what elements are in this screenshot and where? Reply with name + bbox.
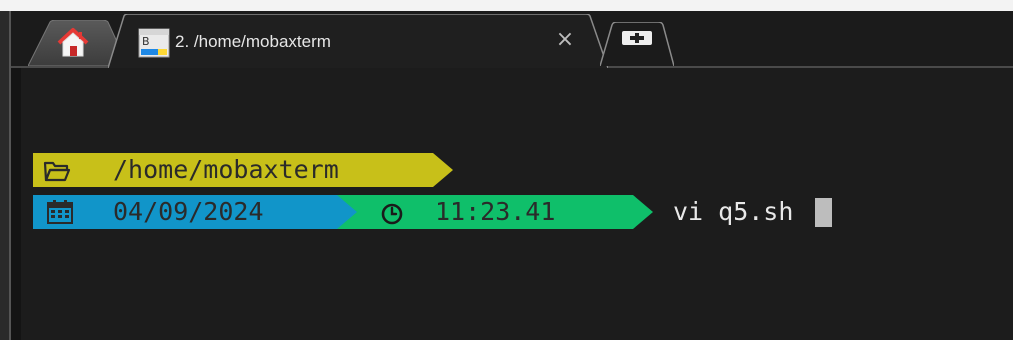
mobaxterm-window: B 2. /home/mobaxterm × /home/mobaxterm 0… bbox=[0, 0, 1013, 340]
prompt-time-text: 11:23.41 bbox=[435, 197, 556, 226]
close-tab-button[interactable]: × bbox=[553, 28, 577, 52]
home-icon bbox=[56, 27, 90, 59]
left-terminal-gutter bbox=[11, 68, 21, 340]
terminal-area[interactable]: /home/mobaxterm 04/09/2024 11:23.41 vi q… bbox=[21, 68, 1013, 340]
new-tab-button[interactable] bbox=[600, 22, 674, 66]
tab-terminal-label: 2. /home/mobaxterm bbox=[175, 32, 331, 51]
tab-terminal-session[interactable]: B 2. /home/mobaxterm × bbox=[108, 14, 608, 68]
window-top-edge bbox=[0, 0, 1013, 11]
prompt-date-text: 04/09/2024 bbox=[113, 197, 264, 226]
terminal-cursor bbox=[815, 198, 832, 227]
prompt-path-line: /home/mobaxterm bbox=[33, 153, 453, 187]
prompt-path-text: /home/mobaxterm bbox=[113, 155, 339, 184]
clock-icon bbox=[380, 201, 404, 225]
command-input-text[interactable]: vi q5.sh bbox=[673, 195, 793, 229]
terminal-session-icon: B bbox=[138, 28, 170, 58]
prompt-command-line: 04/09/2024 11:23.41 vi q5.sh bbox=[33, 195, 913, 229]
plus-icon bbox=[622, 31, 652, 45]
folder-icon bbox=[43, 158, 71, 182]
calendar-icon bbox=[46, 199, 74, 225]
left-window-frame bbox=[0, 11, 9, 340]
svg-text:B: B bbox=[142, 35, 150, 48]
